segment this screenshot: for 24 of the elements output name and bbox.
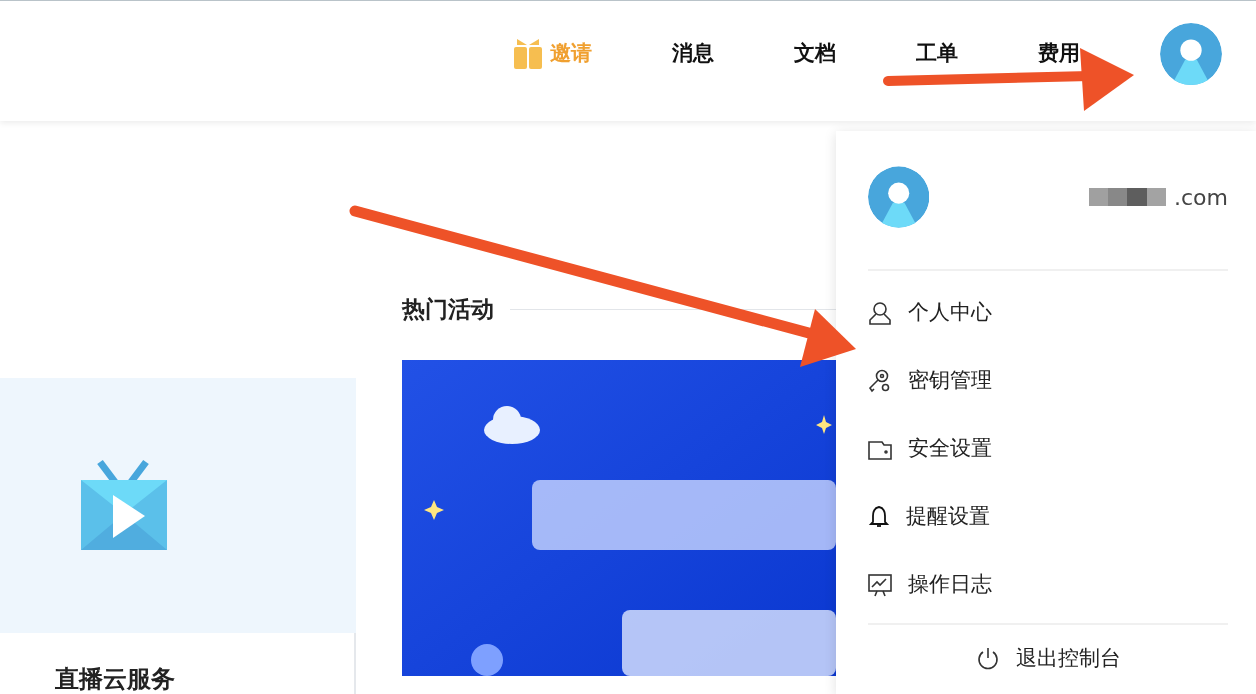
key-gear-icon: [868, 369, 892, 393]
invite-label: 邀请: [550, 40, 592, 68]
tv-play-icon: [80, 458, 168, 550]
nav-link[interactable]: 消息: [672, 38, 714, 70]
menu-item[interactable]: 个人中心: [868, 279, 1228, 347]
wallet-icon: [868, 438, 892, 460]
service-title: 直播云服务: [55, 665, 175, 693]
avatar-button[interactable]: [1160, 23, 1222, 85]
section-title: 热门活动: [402, 294, 494, 324]
power-icon: [975, 646, 1000, 671]
chart-board-icon: [868, 573, 892, 597]
nav-link[interactable]: 工单: [916, 38, 958, 70]
menu-item[interactable]: 提醒设置: [868, 483, 1228, 551]
bell-icon: [868, 505, 890, 529]
avatar-icon: [868, 165, 930, 229]
menu-item[interactable]: 操作日志: [868, 551, 1228, 619]
logout-button[interactable]: 退出控制台: [975, 643, 1121, 675]
nav-link[interactable]: 费用: [1038, 38, 1080, 70]
user-email: .com: [1174, 183, 1228, 212]
gift-icon: [514, 39, 542, 69]
person-icon: [868, 301, 892, 325]
menu-item[interactable]: 密钥管理: [868, 347, 1228, 415]
nav-link[interactable]: 文档: [794, 38, 836, 70]
menu-item[interactable]: 安全设置: [868, 415, 1228, 483]
